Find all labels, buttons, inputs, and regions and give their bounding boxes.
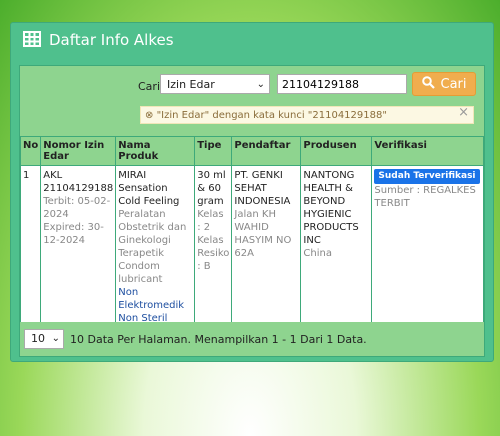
filter-note-text: "Izin Edar" dengan kata kunci "211041291…	[156, 110, 387, 121]
close-icon[interactable]: ×	[458, 104, 469, 122]
cell-produk: MIRAI Sensation Cold Feeling Peralatan O…	[115, 165, 196, 332]
search-field-select[interactable]: Izin Edar ⌄	[160, 74, 270, 94]
table-header-row: No Nomor Izin Edar Nama Produk Tipe Pend…	[19, 136, 484, 166]
tipe-risiko: Kelas Resiko : B	[197, 235, 230, 272]
cell-no: 1	[19, 165, 42, 332]
produk-name: MIRAI Sensation Cold Feeling	[118, 170, 180, 207]
status-badge: Sudah Terverifikasi	[374, 169, 480, 184]
search-button-label: Cari	[440, 76, 467, 92]
cell-pendaftar: PT. GENKI SEHAT INDONESIA Jalan KH WAHID…	[231, 165, 302, 332]
tipe-value: 30 ml & 60 gram	[197, 170, 226, 207]
info-alkes-panel: Daftar Info Alkes Cari Izin Edar ⌄ Cari …	[10, 22, 494, 362]
per-page-select[interactable]: 10 ⌄	[24, 329, 64, 349]
search-button[interactable]: Cari	[412, 72, 476, 96]
pendaftar-name: PT. GENKI SEHAT INDONESIA	[234, 170, 291, 207]
cell-tipe: 30 ml & 60 gram Kelas : 2 Kelas Resiko :…	[194, 165, 233, 332]
tipe-kelas: Kelas : 2	[197, 209, 224, 233]
col-header-tipe: Tipe	[194, 136, 233, 166]
col-header-verifikasi: Verifikasi	[371, 136, 484, 166]
table-footer: 10 ⌄ 10 Data Per Halaman. Menampilkan 1 …	[20, 322, 484, 356]
panel-header: Daftar Info Alkes	[11, 23, 493, 57]
produk-kategori: Peralatan Obstetrik dan Ginekologi Terap…	[118, 209, 187, 285]
izin-expired: Expired: 30-12-2024	[43, 222, 104, 246]
search-input[interactable]	[277, 74, 407, 94]
produsen-name: NANTONG HEALTH & BEYOND HYGIENIC PRODUCT…	[303, 170, 359, 246]
verifikasi-sumber: Sumber : REGALKES TERBIT	[374, 185, 476, 209]
col-header-produk: Nama Produk	[115, 136, 196, 166]
cell-produsen: NANTONG HEALTH & BEYOND HYGIENIC PRODUCT…	[300, 165, 373, 332]
col-header-izin: Nomor Izin Edar	[40, 136, 117, 166]
search-field-value: Izin Edar	[167, 78, 215, 91]
panel-body: Cari Izin Edar ⌄ Cari ⊗ "Izin Edar" deng…	[19, 65, 485, 357]
col-header-pendaftar: Pendaftar	[231, 136, 302, 166]
active-filter-note: ⊗ "Izin Edar" dengan kata kunci "2110412…	[140, 104, 474, 124]
alkes-table: No Nomor Izin Edar Nama Produk Tipe Pend…	[19, 136, 484, 332]
cell-izin: AKL 21104129188 Terbit: 05-02-2024 Expir…	[40, 165, 117, 332]
produk-elektromedik: Non Elektromedik Non Steril	[118, 287, 185, 324]
pagination-summary: 10 Data Per Halaman. Menampilkan 1 - 1 D…	[70, 332, 367, 346]
cell-verifikasi: Sudah Terverifikasi Sumber : REGALKES TE…	[371, 165, 484, 332]
table-row: 1 AKL 21104129188 Terbit: 05-02-2024 Exp…	[19, 165, 484, 332]
chevron-down-icon: ⌄	[51, 333, 60, 344]
col-header-no: No	[19, 136, 42, 166]
izin-terbit: Terbit: 05-02-2024	[43, 196, 111, 220]
chevron-down-icon: ⌄	[256, 79, 265, 90]
pendaftar-alamat: Jalan KH WAHID HASYIM NO 62A	[234, 209, 292, 259]
per-page-value: 10	[31, 332, 45, 345]
table-grid-icon	[23, 30, 41, 50]
page-title: Daftar Info Alkes	[49, 31, 174, 49]
search-icon	[421, 75, 435, 93]
produsen-negara: China	[303, 248, 332, 259]
izin-number: AKL 21104129188	[43, 170, 114, 194]
remove-filter-icon[interactable]: ⊗	[145, 110, 153, 121]
search-label: Cari	[138, 80, 160, 93]
col-header-produsen: Produsen	[300, 136, 373, 166]
